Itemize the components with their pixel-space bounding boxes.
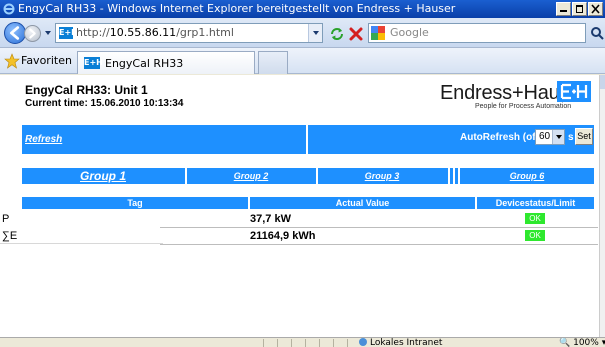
new-tab-button[interactable]	[258, 51, 288, 74]
row-tag: ∑E	[2, 230, 18, 242]
stop-icon	[349, 27, 363, 41]
group-tab-separator	[453, 168, 455, 184]
tab-group-1[interactable]: Group 1	[22, 168, 184, 184]
window-title: EngyCal RH33 - Windows Internet Explorer…	[18, 2, 456, 15]
row-divider	[160, 244, 598, 245]
recent-pages-dropdown[interactable]	[44, 27, 52, 39]
status-bar-pane	[277, 339, 291, 347]
status-bar-pane	[347, 339, 355, 347]
url-host: 10.55.86.11	[109, 26, 177, 39]
address-url: http://10.55.86.11/grp1.html	[76, 24, 234, 42]
window-controls	[556, 2, 603, 16]
chevron-down-icon	[556, 135, 562, 139]
refresh-page-button[interactable]	[327, 24, 345, 42]
row-tag: P	[2, 213, 10, 225]
column-header-tag: Tag	[127, 198, 143, 208]
refresh-link[interactable]: Refresh	[25, 134, 62, 145]
navigation-toolbar: E+H http://10.55.86.11/grp1.html Google	[0, 18, 605, 48]
tab-group-2[interactable]: Group 2	[187, 168, 315, 184]
back-button[interactable]	[4, 22, 26, 44]
favorites-button[interactable]: Favoriten	[21, 54, 72, 67]
site-favicon: E+H	[59, 27, 78, 39]
endress-hauser-logo-icon	[557, 81, 591, 102]
minimize-icon	[560, 10, 567, 12]
row-actual-value: 37,7 kW	[250, 213, 291, 225]
favorites-star-icon[interactable]	[4, 53, 20, 69]
tab-title: EngyCal RH33	[105, 57, 184, 70]
security-zone-label: Lokales Intranet	[370, 338, 443, 347]
row-actual-value: 21164,9 kWh	[250, 230, 316, 242]
group-tab-separator	[448, 168, 450, 184]
current-time: Current time: 15.06.2010 10:13:34	[25, 98, 184, 109]
minimize-button[interactable]	[556, 2, 571, 16]
tab-engycal[interactable]: E+H EngyCal RH33	[77, 51, 255, 74]
maximize-button[interactable]	[572, 2, 587, 16]
status-bar: Lokales Intranet 🔍 100% ▾	[0, 337, 605, 347]
arrow-left-icon	[10, 26, 20, 40]
page-content: EngyCal RH33: Unit 1 Current time: 15.06…	[0, 75, 599, 337]
url-path: /grp1.html	[176, 26, 234, 39]
autorefresh-unit: s	[568, 132, 574, 143]
autorefresh-interval-value: 60	[539, 131, 551, 142]
row-divider	[160, 227, 598, 228]
arrow-right-icon	[29, 28, 36, 39]
refresh-bar-divider	[306, 125, 308, 154]
row-underline	[0, 243, 163, 244]
autorefresh-dropdown-button[interactable]	[552, 130, 564, 144]
autorefresh-label: AutoRefresh (off):	[460, 132, 546, 143]
browser-window: EngyCal RH33 - Windows Internet Explorer…	[0, 0, 605, 347]
refresh-bar: Refresh AutoRefresh (off): 60 s Set	[22, 125, 594, 154]
address-bar[interactable]: E+H http://10.55.86.11/grp1.html	[55, 23, 323, 43]
search-input[interactable]: Google	[368, 23, 586, 43]
column-header-devicestatus: Devicestatus/Limit	[495, 198, 576, 208]
address-dropdown-button[interactable]	[308, 24, 322, 42]
stop-button[interactable]	[346, 24, 364, 42]
status-bar-pane	[291, 339, 305, 347]
tab-favicon: E+H	[84, 57, 103, 69]
scrollbar-thumb[interactable]	[600, 75, 605, 89]
status-bar-pane	[263, 339, 277, 347]
vertical-scrollbar[interactable]	[599, 75, 605, 337]
status-badge: OK	[525, 230, 545, 241]
zoom-level[interactable]: 🔍 100% ▾	[559, 338, 605, 347]
maximize-icon	[576, 5, 583, 13]
tab-group-3[interactable]: Group 3	[318, 168, 446, 184]
autorefresh-interval-select[interactable]: 60	[535, 129, 565, 145]
set-button[interactable]: Set	[575, 128, 593, 145]
tab-group-6[interactable]: Group 6	[460, 168, 594, 184]
zoom-magnifier-icon: 🔍	[559, 338, 571, 347]
group-tabs: Group 1 Group 2 Group 3 Group 6	[22, 168, 594, 184]
url-prefix: http://	[76, 26, 110, 39]
status-bar-pane	[333, 339, 347, 347]
search-placeholder: Google	[390, 26, 429, 39]
zoom-level-label: 100%	[573, 338, 599, 347]
search-icon[interactable]	[588, 24, 605, 42]
table-row: ∑E 21164,9 kWh OK	[0, 229, 599, 244]
chevron-down-icon	[313, 31, 319, 35]
page-title: EngyCal RH33: Unit 1	[25, 83, 148, 97]
google-logo-icon	[371, 26, 385, 40]
status-badge: OK	[525, 213, 545, 224]
status-bar-pane	[319, 339, 333, 347]
favorites-toolbar: Favoriten E+H EngyCal RH33	[0, 48, 605, 74]
title-bar: EngyCal RH33 - Windows Internet Explorer…	[0, 0, 605, 18]
security-zone[interactable]: Lokales Intranet	[359, 338, 442, 347]
internet-explorer-icon	[3, 3, 15, 15]
table-header: Tag Actual Value Devicestatus/Limit	[22, 197, 594, 209]
forward-button[interactable]	[24, 25, 41, 42]
status-bar-pane	[305, 339, 319, 347]
table-row: P 37,7 kW OK	[0, 212, 599, 226]
close-button[interactable]	[588, 2, 603, 16]
refresh-icon	[331, 28, 343, 40]
close-icon	[591, 4, 600, 14]
intranet-globe-icon	[359, 338, 367, 346]
company-tagline: People for Process Automation	[475, 103, 572, 110]
column-header-actual-value: Actual Value	[335, 198, 390, 208]
